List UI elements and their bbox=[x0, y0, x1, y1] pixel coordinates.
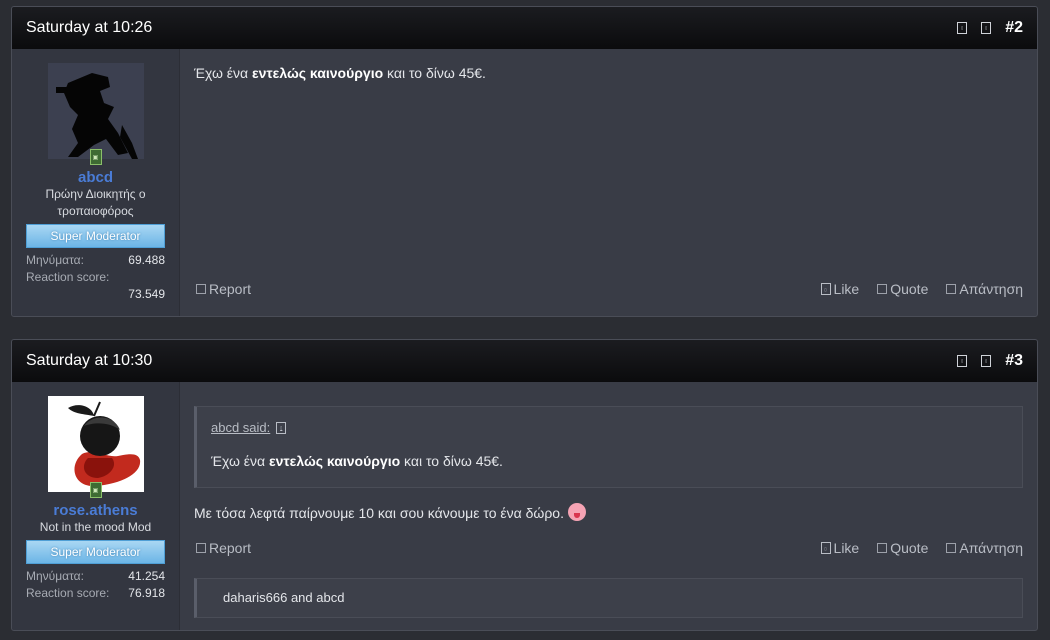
avatar[interactable]: ▣ bbox=[47, 63, 144, 165]
messages-label: Μηνύματα: bbox=[26, 569, 84, 583]
online-status-icon: ▣ bbox=[89, 149, 102, 165]
user-title: Not in the mood Mod bbox=[39, 520, 152, 534]
post-actions-right: ▯ Like Quote Απάντηση bbox=[820, 281, 1023, 297]
quote-text-end: και το δίνω 45€. bbox=[400, 453, 503, 469]
bookmark-icon[interactable]: ▯ bbox=[981, 22, 992, 34]
reaction-stat: Reaction score: bbox=[26, 269, 165, 286]
tongue-out-emoji-icon bbox=[567, 503, 586, 521]
post-header-actions: ▯ ▯ #2 bbox=[957, 19, 1023, 37]
reactions-list[interactable]: daharis666 and abcd bbox=[223, 590, 344, 605]
report-icon bbox=[196, 543, 206, 553]
like-label: Like bbox=[833, 281, 860, 297]
quote-text-start: Έχω ένα bbox=[211, 453, 269, 469]
messages-stat: Μηνύματα: 41.254 bbox=[26, 568, 165, 585]
reaction-label: Reaction score: bbox=[26, 270, 110, 284]
like-button[interactable]: ▯ Like bbox=[820, 281, 860, 297]
like-button[interactable]: ▯ Like bbox=[820, 540, 860, 556]
quote-text-bold: εντελώς καινούργιο bbox=[269, 453, 401, 469]
post-header-actions: ▯ ▯ #3 bbox=[957, 352, 1023, 370]
report-label: Report bbox=[209, 540, 252, 556]
message-body: Με τόσα λεφτά παίρνουμε 10 και σου κάνου… bbox=[194, 503, 586, 521]
reaction-stat: Reaction score: 76.918 bbox=[26, 585, 165, 602]
post-header: Saturday at 10:26 ▯ ▯ #2 bbox=[12, 7, 1037, 49]
report-label: Report bbox=[209, 281, 252, 297]
message-text: Με τόσα λεφτά παίρνουμε 10 και σου κάνου… bbox=[194, 505, 568, 521]
message-body: Έχω ένα εντελώς καινούργιο και το δίνω 4… bbox=[194, 65, 1023, 81]
user-stats: Μηνύματα: 69.488 Reaction score: 73.549 bbox=[26, 252, 165, 303]
messages-value[interactable]: 41.254 bbox=[128, 568, 165, 585]
reply-label: Απάντηση bbox=[959, 540, 1023, 556]
online-status-icon: ▣ bbox=[89, 482, 102, 498]
share-icon[interactable]: ▯ bbox=[957, 22, 968, 34]
report-button[interactable]: Report bbox=[196, 540, 251, 556]
user-stats: Μηνύματα: 41.254 Reaction score: 76.918 bbox=[26, 568, 165, 602]
reaction-label: Reaction score: bbox=[26, 586, 110, 600]
post-body: ▣ rose.athens Not in the mood Mod Super … bbox=[12, 382, 1037, 630]
share-icon[interactable]: ▯ bbox=[957, 355, 968, 367]
post-actions: Report ▯ Like Quote Απάντηση bbox=[196, 540, 1023, 556]
quote-author: abcd said: bbox=[211, 420, 271, 435]
reaction-value: 76.918 bbox=[128, 586, 165, 600]
post-actions: Report ▯ Like Quote Απάντηση bbox=[196, 281, 1023, 297]
post-body: ▣ abcd Πρώην Διοικητής ο τροπαιοφόρος Su… bbox=[12, 49, 1037, 316]
reaction-value: 73.549 bbox=[128, 287, 165, 301]
report-icon bbox=[196, 284, 206, 294]
avatar[interactable]: ▣ bbox=[47, 396, 144, 498]
username[interactable]: rose.athens bbox=[26, 502, 165, 519]
user-cell: ▣ abcd Πρώην Διοικητής ο τροπαιοφόρος Su… bbox=[12, 49, 180, 316]
reply-button[interactable]: Απάντηση bbox=[946, 281, 1023, 297]
quote-button[interactable]: Quote bbox=[877, 540, 928, 556]
bookmark-icon[interactable]: ▯ bbox=[981, 355, 992, 367]
jump-to-quote-icon[interactable]: ▯ bbox=[276, 421, 287, 434]
username[interactable]: abcd bbox=[26, 169, 165, 186]
post-actions-right: ▯ Like Quote Απάντηση bbox=[820, 540, 1023, 556]
reply-button[interactable]: Απάντηση bbox=[946, 540, 1023, 556]
like-icon: ▯ bbox=[820, 283, 831, 295]
message-text-end: και το δίνω 45€. bbox=[383, 65, 486, 81]
like-icon: ▯ bbox=[820, 542, 831, 554]
quote-button[interactable]: Quote bbox=[877, 281, 928, 297]
soldier-silhouette-icon bbox=[47, 63, 144, 159]
quote-icon bbox=[877, 543, 888, 553]
message-cell: abcd said: ▯ Έχω ένα εντελώς καινούργιο … bbox=[180, 382, 1037, 630]
reply-icon bbox=[946, 543, 957, 553]
post-date[interactable]: Saturday at 10:26 bbox=[26, 19, 152, 37]
user-banner: Super Moderator bbox=[26, 540, 165, 564]
post-3: Saturday at 10:30 ▯ ▯ #3 ▣ rose.athens N… bbox=[11, 339, 1038, 631]
post-number[interactable]: #3 bbox=[1005, 352, 1023, 370]
post-number[interactable]: #2 bbox=[1005, 19, 1023, 37]
report-button[interactable]: Report bbox=[196, 281, 251, 297]
quote-block: abcd said: ▯ Έχω ένα εντελώς καινούργιο … bbox=[194, 406, 1023, 488]
user-banner: Super Moderator bbox=[26, 224, 165, 248]
quote-text: Έχω ένα εντελώς καινούργιο και το δίνω 4… bbox=[211, 453, 1008, 469]
reply-icon bbox=[946, 284, 957, 294]
post-2: Saturday at 10:26 ▯ ▯ #2 ▣ abcd Πρώην Δι… bbox=[11, 6, 1038, 317]
quote-author-link[interactable]: abcd said: ▯ bbox=[211, 420, 287, 435]
reply-label: Απάντηση bbox=[959, 281, 1023, 297]
quote-label: Quote bbox=[890, 540, 929, 556]
like-label: Like bbox=[833, 540, 860, 556]
message-cell: Έχω ένα εντελώς καινούργιο και το δίνω 4… bbox=[180, 49, 1037, 316]
message-bold: εντελώς καινούργιο bbox=[252, 65, 384, 81]
post-header: Saturday at 10:30 ▯ ▯ #3 bbox=[12, 340, 1037, 382]
user-title: Πρώην Διοικητής ο τροπαιοφόρος bbox=[45, 187, 146, 218]
quote-icon bbox=[877, 284, 888, 294]
quote-label: Quote bbox=[890, 281, 929, 297]
black-rose-image-icon bbox=[47, 396, 144, 492]
reactions-bar[interactable]: daharis666 and abcd bbox=[194, 578, 1023, 618]
message-text: Έχω ένα bbox=[194, 65, 252, 81]
messages-value[interactable]: 69.488 bbox=[128, 252, 165, 269]
messages-stat: Μηνύματα: 69.488 bbox=[26, 252, 165, 269]
user-cell: ▣ rose.athens Not in the mood Mod Super … bbox=[12, 382, 180, 630]
post-date[interactable]: Saturday at 10:30 bbox=[26, 352, 152, 370]
messages-label: Μηνύματα: bbox=[26, 253, 84, 267]
